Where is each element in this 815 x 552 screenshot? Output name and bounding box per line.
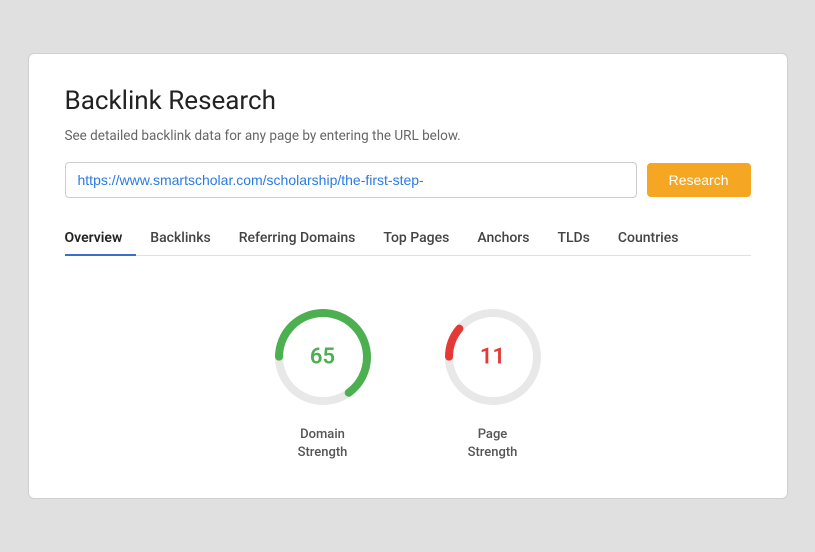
tab-referring-domains[interactable]: Referring Domains — [225, 222, 370, 256]
research-button[interactable]: Research — [647, 163, 751, 197]
domain-strength-metric: 65 DomainStrength — [268, 302, 378, 462]
domain-strength-label: DomainStrength — [298, 426, 348, 462]
tab-countries[interactable]: Countries — [604, 222, 693, 256]
tab-tlds[interactable]: TLDs — [543, 222, 603, 256]
tab-backlinks[interactable]: Backlinks — [136, 222, 224, 256]
tabs-nav: Overview Backlinks Referring Domains Top… — [65, 222, 751, 256]
domain-strength-chart: 65 — [268, 302, 378, 412]
page-subtitle: See detailed backlink data for any page … — [65, 128, 751, 144]
page-strength-metric: 11 PageStrength — [438, 302, 548, 462]
search-row: Research — [65, 162, 751, 198]
tab-anchors[interactable]: Anchors — [463, 222, 543, 256]
page-strength-chart: 11 — [438, 302, 548, 412]
metrics-row: 65 DomainStrength 11 PageStrength — [65, 292, 751, 462]
domain-strength-value: 65 — [310, 344, 335, 369]
url-input[interactable] — [65, 162, 637, 198]
tab-overview[interactable]: Overview — [65, 222, 137, 256]
page-strength-label: PageStrength — [468, 426, 518, 462]
page-title: Backlink Research — [65, 86, 751, 116]
main-card: Backlink Research See detailed backlink … — [28, 53, 788, 499]
tab-top-pages[interactable]: Top Pages — [369, 222, 463, 256]
page-strength-value: 11 — [480, 344, 505, 369]
